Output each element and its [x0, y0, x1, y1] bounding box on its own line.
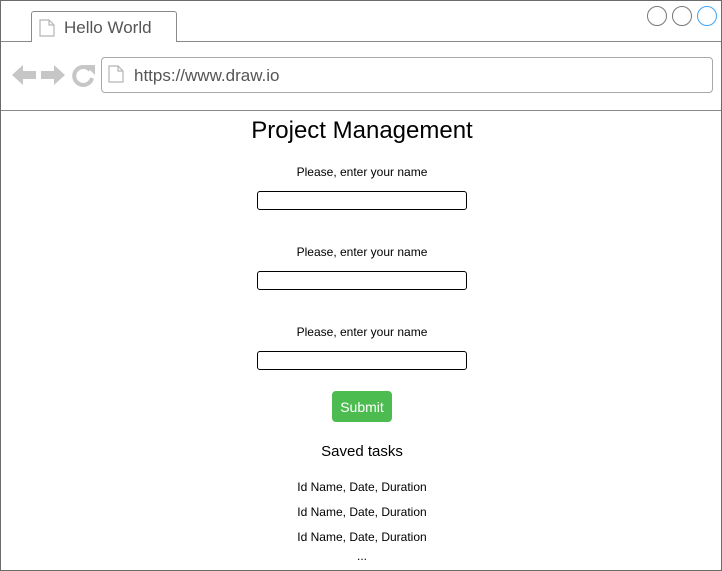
name-input[interactable]: [257, 271, 467, 290]
browser-tab[interactable]: Hello World: [31, 11, 177, 42]
address-bar[interactable]: https://www.draw.io: [101, 57, 713, 93]
page-title: Project Management: [251, 117, 473, 144]
back-arrow-icon[interactable]: [11, 63, 37, 92]
document-icon: [108, 65, 124, 88]
name-input[interactable]: [257, 351, 467, 370]
forward-arrow-icon[interactable]: [40, 63, 66, 92]
close-button[interactable]: [697, 6, 717, 26]
document-icon: [39, 19, 55, 42]
submit-button[interactable]: Submit: [332, 391, 392, 422]
maximize-button[interactable]: [672, 6, 692, 26]
name-field-label: Please, enter your name: [296, 245, 428, 259]
url-text: https://www.draw.io: [134, 66, 280, 85]
task-item: Id Name, Date, Duration: [297, 480, 427, 494]
task-item: Id Name, Date, Duration: [297, 530, 427, 544]
name-field-label: Please, enter your name: [296, 165, 428, 179]
name-field-label: Please, enter your name: [296, 325, 428, 339]
browser-window: Hello World https://www.draw.io Project …: [0, 0, 722, 571]
saved-tasks-heading: Saved tasks: [321, 443, 403, 460]
minimize-button[interactable]: [647, 6, 667, 26]
task-item: Id Name, Date, Duration: [297, 505, 427, 519]
name-input[interactable]: [257, 191, 467, 210]
page-content: Project Management Please, enter your na…: [1, 111, 721, 570]
more-tasks-ellipsis: ...: [356, 549, 367, 563]
reload-icon[interactable]: [71, 63, 97, 92]
tab-title: Hello World: [64, 18, 152, 37]
